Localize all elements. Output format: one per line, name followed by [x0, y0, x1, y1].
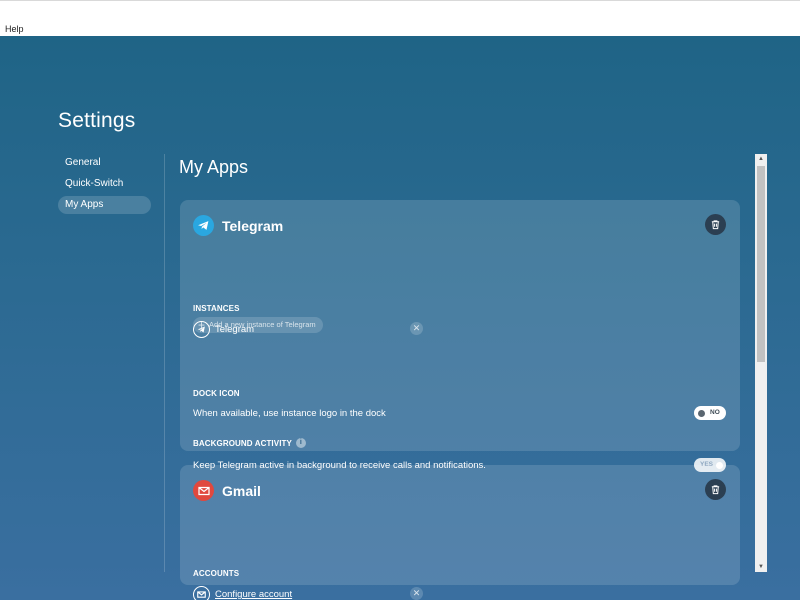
- app-card-gmail: Gmail ACCOUNTS Configure account ✕: [180, 465, 740, 600]
- settings-nav: General Quick-Switch My Apps: [58, 154, 151, 217]
- instances-label: INSTANCES: [193, 304, 240, 313]
- app-card-telegram: Telegram INSTANCES Telegram ✕ + Add a ne…: [180, 200, 740, 472]
- trash-icon: [711, 485, 720, 495]
- menu-bar: Help: [0, 0, 800, 36]
- delete-app-button[interactable]: [705, 214, 726, 235]
- info-icon[interactable]: i: [295, 438, 306, 448]
- background-activity-text: BACKGROUND ACTIVITY: [193, 438, 292, 448]
- scroll-up-arrow-icon[interactable]: ▲: [755, 154, 767, 164]
- account-row[interactable]: Configure account: [193, 586, 292, 600]
- nav-item-general[interactable]: General: [58, 154, 151, 172]
- scroll-down-arrow-icon[interactable]: ▼: [755, 562, 767, 572]
- scroll-thumb[interactable]: [757, 166, 765, 362]
- telegram-icon: [193, 215, 214, 236]
- nav-item-my-apps[interactable]: My Apps: [58, 196, 151, 214]
- accounts-label: ACCOUNTS: [193, 569, 240, 578]
- app-name: Telegram: [222, 218, 284, 234]
- add-instance-label: Add a new instance of Telegram: [209, 320, 316, 329]
- nav-item-quick-switch[interactable]: Quick-Switch: [58, 175, 151, 193]
- remove-account-button[interactable]: ✕: [410, 587, 423, 600]
- page-title: Settings: [58, 109, 136, 132]
- configure-account-link[interactable]: Configure account: [215, 589, 292, 600]
- background-activity-label: BACKGROUND ACTIVITY i: [193, 438, 306, 448]
- add-instance-button[interactable]: + Add a new instance of Telegram: [193, 317, 323, 333]
- dock-icon-description: When available, use instance logo in the…: [193, 408, 386, 419]
- plus-icon: +: [198, 318, 206, 332]
- toggle-knob: [698, 409, 705, 417]
- toggle-text: NO: [710, 409, 720, 416]
- gmail-account-icon: [193, 586, 210, 600]
- dock-icon-label: DOCK ICON: [193, 389, 240, 398]
- menu-help[interactable]: Help: [5, 24, 24, 34]
- trash-icon: [711, 220, 720, 230]
- gmail-icon: [193, 480, 214, 501]
- remove-instance-button[interactable]: ✕: [410, 322, 423, 335]
- section-title: My Apps: [179, 157, 249, 177]
- dock-icon-toggle[interactable]: NO: [694, 406, 726, 420]
- scrollbar[interactable]: ▲ ▼: [755, 154, 767, 572]
- nav-divider: [164, 154, 165, 572]
- settings-window: Settings General Quick-Switch My Apps My…: [0, 36, 800, 600]
- delete-app-button[interactable]: [705, 479, 726, 500]
- app-name: Gmail: [222, 483, 261, 499]
